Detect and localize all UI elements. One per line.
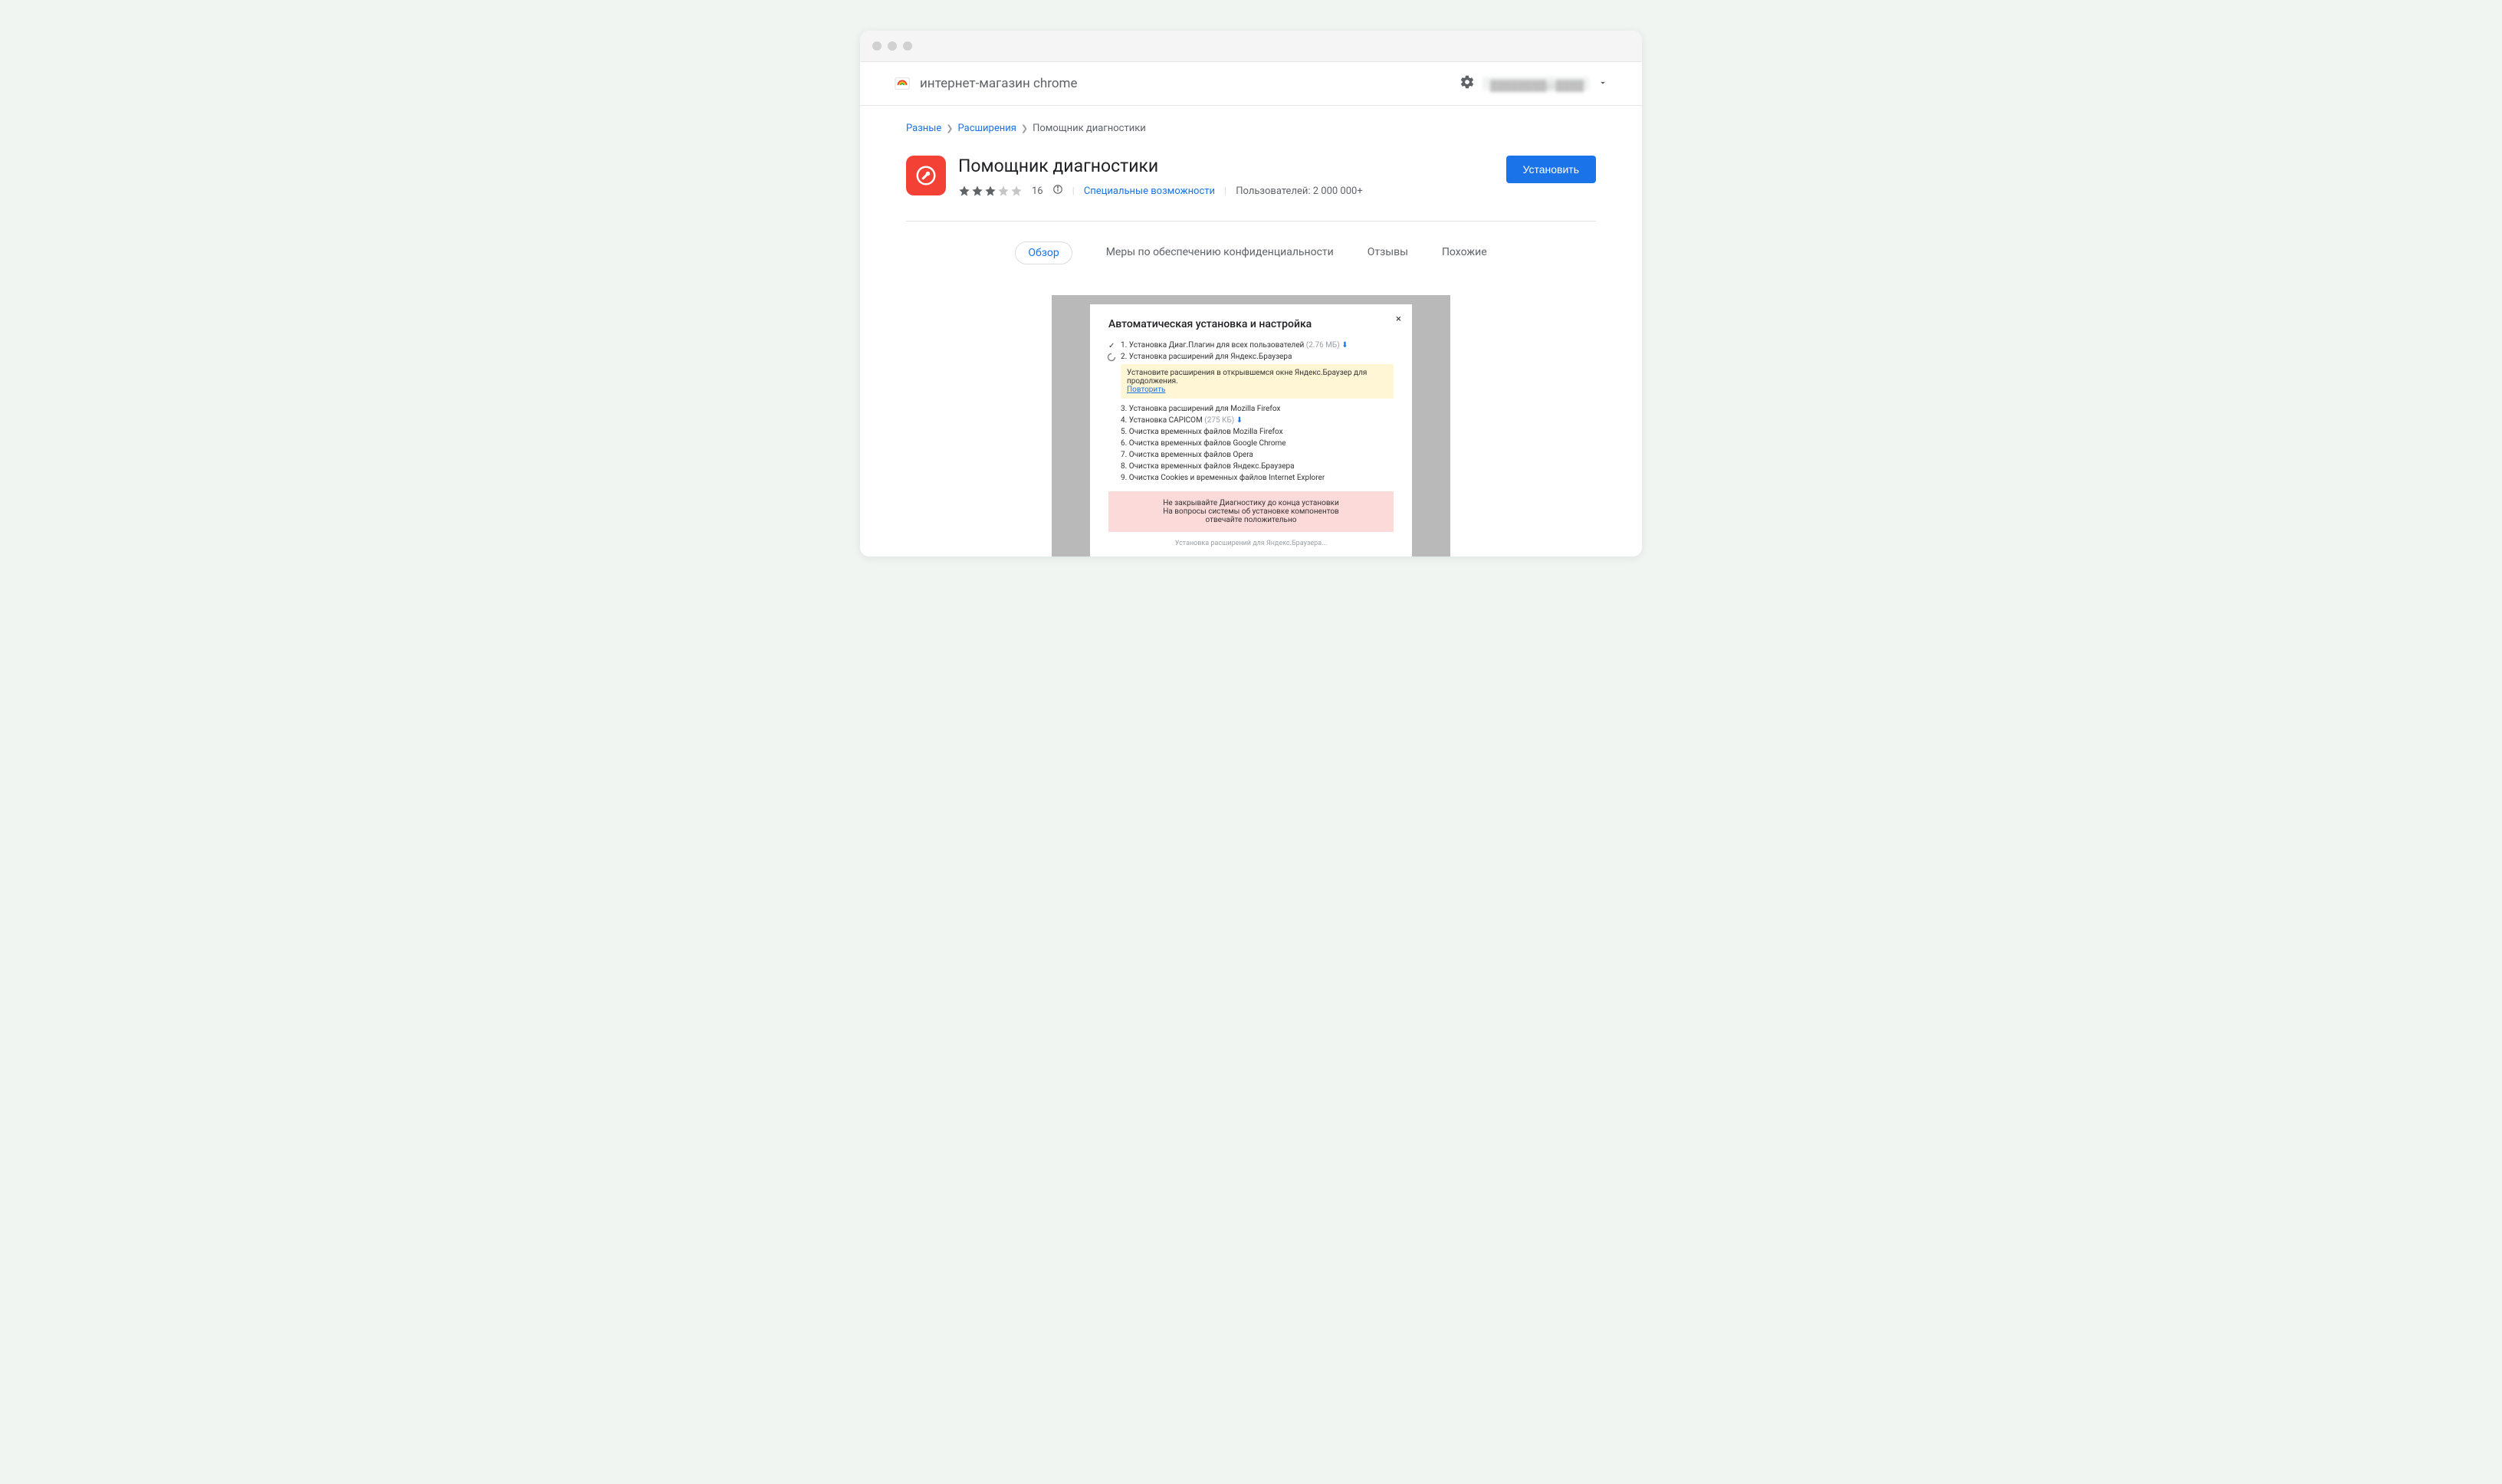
alert-line: отвечайте положительно xyxy=(1115,516,1387,524)
window-control-close[interactable] xyxy=(872,41,882,51)
gear-icon[interactable] xyxy=(1460,74,1475,93)
store-brand[interactable]: интернет-магазин chrome xyxy=(894,75,1077,92)
download-icon: ⬇ xyxy=(1236,416,1243,425)
extension-icon xyxy=(906,156,946,195)
extension-name: Помощник диагностики xyxy=(958,156,1363,176)
screenshot-modal: × Автоматическая установка и настройка ✓… xyxy=(1090,304,1412,556)
window-control-zoom[interactable] xyxy=(903,41,912,51)
alert-box: Не закрывайте Диагностику до конца устан… xyxy=(1108,491,1394,532)
window-control-minimize[interactable] xyxy=(888,41,897,51)
check-icon: ✓ xyxy=(1108,342,1115,350)
alert-line: Не закрывайте Диагностику до конца устан… xyxy=(1115,499,1387,507)
close-icon: × xyxy=(1396,314,1401,325)
breadcrumb: Разные ❯ Расширения ❯ Помощник диагности… xyxy=(906,123,1596,134)
chevron-right-icon: ❯ xyxy=(946,123,953,133)
divider: | xyxy=(1224,186,1226,197)
retry-link: Повторить xyxy=(1127,386,1165,394)
step-item: 4. Установка CAPICOM (275 КБ) ⬇ xyxy=(1108,416,1394,425)
extension-info: Помощник диагностики 16 xyxy=(906,156,1363,198)
step-text: 1. Установка Диаг.Плагин для всех пользо… xyxy=(1121,341,1304,350)
tab-reviews[interactable]: Отзывы xyxy=(1368,241,1408,264)
install-button[interactable]: Установить xyxy=(1506,156,1596,183)
step-item: 5. Очистка временных файлов Mozilla Fire… xyxy=(1108,428,1394,436)
info-icon[interactable] xyxy=(1052,184,1063,198)
warning-box: Установите расширения в открывшемся окне… xyxy=(1121,364,1394,399)
store-title: интернет-магазин chrome xyxy=(920,76,1077,91)
warning-text: Установите расширения в открывшемся окне… xyxy=(1127,369,1367,386)
step-size: (2.76 МБ) xyxy=(1306,341,1340,350)
tab-overview[interactable]: Обзор xyxy=(1015,241,1072,264)
chevron-down-icon[interactable] xyxy=(1597,77,1608,91)
tab-privacy[interactable]: Меры по обеспечению конфиденциальности xyxy=(1106,241,1334,264)
category-link[interactable]: Специальные возможности xyxy=(1084,186,1215,197)
store-header: интернет-магазин chrome ████████@████ xyxy=(860,62,1642,106)
extension-meta: Помощник диагностики 16 xyxy=(958,156,1363,198)
step-size: (275 КБ) xyxy=(1204,416,1234,425)
step-item: 6. Очистка временных файлов Google Chrom… xyxy=(1108,439,1394,448)
page-content: Разные ❯ Расширения ❯ Помощник диагности… xyxy=(860,106,1642,556)
install-steps-list-cont: 3. Установка расширений для Mozilla Fire… xyxy=(1108,405,1394,482)
install-steps-list: ✓ 1. Установка Диаг.Плагин для всех поль… xyxy=(1108,341,1394,361)
step-text: 2. Установка расширений для Яндекс.Брауз… xyxy=(1121,353,1292,361)
breadcrumb-root[interactable]: Разные xyxy=(906,123,941,134)
extension-header: Помощник диагностики 16 xyxy=(906,156,1596,198)
alert-line: На вопросы системы об установке компонен… xyxy=(1115,507,1387,516)
extension-subline: 16 | Специальные возможности | Пользоват… xyxy=(958,184,1363,198)
step-item: 2. Установка расширений для Яндекс.Брауз… xyxy=(1108,353,1394,361)
divider: | xyxy=(1072,186,1075,197)
step-item: 8. Очистка временных файлов Яндекс.Брауз… xyxy=(1108,462,1394,471)
step-item: ✓ 1. Установка Диаг.Плагин для всех поль… xyxy=(1108,341,1394,350)
step-item: 7. Очистка временных файлов Opera xyxy=(1108,451,1394,459)
chevron-right-icon: ❯ xyxy=(1021,123,1028,133)
divider-line xyxy=(906,221,1596,222)
modal-title: Автоматическая установка и настройка xyxy=(1108,318,1394,330)
step-item: 3. Установка расширений для Mozilla Fire… xyxy=(1108,405,1394,413)
browser-window: интернет-магазин chrome ████████@████ Ра… xyxy=(860,31,1642,556)
breadcrumb-section[interactable]: Расширения xyxy=(958,123,1016,134)
tab-related[interactable]: Похожие xyxy=(1442,241,1487,264)
chrome-store-logo-icon xyxy=(894,75,911,92)
step-item: 9. Очистка Cookies и временных файлов In… xyxy=(1108,474,1394,482)
breadcrumb-current: Помощник диагностики xyxy=(1033,123,1146,134)
spinner-icon xyxy=(1107,353,1116,364)
rating-count: 16 xyxy=(1032,186,1043,197)
tabs: Обзор Меры по обеспечению конфиденциальн… xyxy=(906,241,1596,264)
user-email-chip[interactable]: ████████@████ xyxy=(1482,77,1590,90)
extension-screenshot: × Автоматическая установка и настройка ✓… xyxy=(1052,295,1450,556)
step-text: 4. Установка CAPICOM xyxy=(1121,416,1203,425)
users-count: Пользователей: 2 000 000+ xyxy=(1236,186,1362,197)
download-icon: ⬇ xyxy=(1341,341,1348,350)
store-actions: ████████@████ xyxy=(1460,74,1608,93)
rating-stars[interactable] xyxy=(958,185,1023,197)
window-titlebar xyxy=(860,31,1642,62)
modal-footer-status: Установка расширений для Яндекс.Браузера… xyxy=(1108,540,1394,547)
